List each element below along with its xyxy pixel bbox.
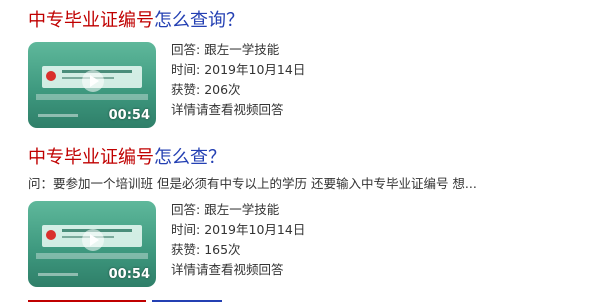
play-icon[interactable]: [82, 70, 104, 92]
answer-date: 2019年10月14日: [204, 62, 306, 77]
result-title-link[interactable]: 中专毕业证编号怎么查询？: [28, 10, 588, 32]
likes-row: 获赞: 165次: [171, 242, 241, 257]
video-duration: 00:54: [108, 267, 150, 282]
result-snippet: 问：要参加一个培训班 但是必须有中专以上的学历 还要输入中专毕业证编号 想...: [28, 176, 477, 191]
search-results-page: 中专毕业证编号怎么查询？ 00:54 回答: 跟左一学技能 时间: 2019年1…: [0, 0, 594, 308]
title-rest[interactable]: 怎么查？: [154, 147, 226, 168]
video-thumbnail[interactable]: 00:54: [28, 42, 156, 128]
title-rest[interactable]: 怎么查询？: [154, 10, 244, 31]
likes-count: 165次: [204, 242, 241, 257]
likes-count: 206次: [204, 82, 241, 97]
result-item-1: 中专毕业证编号怎么查询？: [28, 10, 588, 32]
time-row: 时间: 2019年10月14日: [171, 62, 306, 77]
answer-meta: 回答: 跟左一学技能 时间: 2019年10月14日 获赞: 206次 详情请查…: [171, 40, 305, 120]
result-item-2: 中专毕业证编号怎么查？ 问：要参加一个培训班 但是必须有中专以上的学历 还要输入…: [28, 147, 588, 193]
chsi-logo-icon: [46, 71, 56, 81]
play-icon[interactable]: [82, 229, 104, 251]
title-highlight[interactable]: 中专毕业证编号: [28, 147, 154, 168]
next-result-title-cutoff[interactable]: [28, 300, 224, 308]
answer-row: 回答: 跟左一学技能: [171, 202, 280, 217]
result-title-link[interactable]: 中专毕业证编号怎么查？: [28, 147, 588, 169]
chsi-logo-icon: [46, 230, 56, 240]
details-link[interactable]: 详情请查看视频回答: [171, 100, 305, 120]
answer-date: 2019年10月14日: [204, 222, 306, 237]
time-row: 时间: 2019年10月14日: [171, 222, 306, 237]
answer-meta: 回答: 跟左一学技能 时间: 2019年10月14日 获赞: 165次 详情请查…: [171, 200, 305, 280]
answer-row: 回答: 跟左一学技能: [171, 42, 280, 57]
video-duration: 00:54: [108, 108, 150, 123]
answer-author: 跟左一学技能: [204, 202, 280, 217]
video-thumbnail[interactable]: 00:54: [28, 201, 156, 287]
answer-author: 跟左一学技能: [204, 42, 280, 57]
details-link[interactable]: 详情请查看视频回答: [171, 260, 305, 280]
likes-row: 获赞: 206次: [171, 82, 241, 97]
title-highlight[interactable]: 中专毕业证编号: [28, 10, 154, 31]
